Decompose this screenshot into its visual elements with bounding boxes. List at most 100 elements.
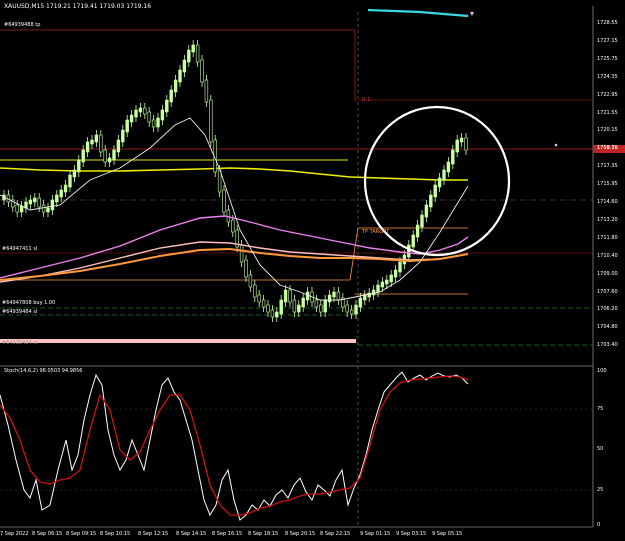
price-tick-label: 1722.95: [597, 91, 618, 98]
price-tick-label: 1711.80: [597, 234, 618, 241]
candle-body: [187, 49, 191, 63]
candle-body: [345, 304, 349, 313]
r1-marker: R 1: [362, 97, 371, 103]
candle-body: [37, 197, 41, 208]
price-tick-label: 1721.55: [597, 109, 618, 116]
candle-body: [424, 204, 429, 218]
candle-body: [90, 139, 94, 145]
order-bottom-label: #64938484 sl: [2, 340, 38, 346]
candle-body: [50, 199, 55, 211]
candle-body: [442, 169, 446, 181]
candle-body: [451, 149, 455, 165]
candle-body: [195, 44, 200, 63]
candle-body: [327, 294, 332, 303]
candle-body: [283, 289, 288, 303]
price-tick-label: 1725.75: [597, 55, 618, 62]
price-tick-label: 1710.40: [597, 252, 618, 259]
candle-body: [389, 274, 393, 283]
candle-body: [314, 299, 319, 308]
candle-body: [332, 291, 336, 298]
candle-body: [85, 141, 90, 153]
candle-body: [134, 109, 138, 118]
candle-body: [63, 184, 68, 193]
price-tick-label: 1704.80: [597, 324, 618, 331]
candle-body: [156, 117, 160, 128]
price-tick-label: 1715.95: [597, 181, 618, 188]
candle-body: [103, 149, 107, 163]
candle-body: [59, 189, 63, 198]
candle-body: [41, 204, 46, 213]
candle-body: [147, 111, 151, 123]
candle-body: [248, 274, 253, 288]
top-arrow-icon: [470, 12, 474, 16]
order-buy-label: #64947808 buy 1.00: [2, 300, 56, 306]
candle-body: [266, 304, 270, 313]
candle-body: [182, 59, 187, 73]
price-tick-label: 1709.00: [597, 270, 618, 277]
candle-body: [151, 119, 156, 128]
time-tick-label: 9 Sep 03:15: [396, 531, 427, 537]
order-tp-label: #64939488 tp: [4, 22, 41, 28]
price-tick-label: 1707.60: [597, 288, 618, 295]
candle-body: [393, 269, 398, 278]
candle-body: [72, 169, 77, 178]
candle-body: [169, 89, 173, 103]
candle-body: [371, 289, 376, 296]
price-tick-label: 1724.35: [597, 73, 618, 80]
order-sl1-label: #64947411 sl: [2, 246, 38, 252]
candle-body: [261, 299, 266, 308]
price-tick-label: 1717.35: [597, 163, 618, 170]
time-tick-label: 8 Sep 06:15: [32, 531, 63, 537]
candle-body: [239, 244, 244, 263]
candle-body: [411, 234, 415, 248]
candle-body: [433, 184, 437, 198]
candle-body: [363, 294, 367, 301]
time-tick-label: 9 Sep 05:15: [432, 531, 463, 537]
candle-body: [81, 149, 85, 163]
candle-body: [121, 129, 125, 143]
pink-sl-bar: [0, 339, 356, 343]
candle-body: [429, 194, 433, 208]
candle-body: [253, 284, 257, 298]
candle-body: [380, 281, 385, 288]
candle-body: [354, 304, 358, 315]
price-tick-label: 1720.15: [597, 127, 618, 134]
candle-body: [398, 261, 402, 273]
time-tick-label: 8 Sep 10:15: [100, 531, 131, 537]
candle-body: [99, 134, 103, 153]
candle-body: [420, 214, 424, 228]
candle-body: [459, 137, 464, 143]
candle-body: [349, 309, 354, 315]
candle-body: [138, 107, 143, 113]
candle-body: [415, 224, 420, 238]
candle-body: [173, 79, 178, 93]
candle-body: [28, 199, 33, 205]
candle-body: [77, 159, 81, 173]
candle-body: [407, 244, 411, 258]
candle-body: [94, 134, 99, 143]
price-tick-label: 1728.55: [597, 20, 618, 26]
chart-title: XAUUSD,M15 1719.21 1719.41 1719.03 1719.…: [4, 3, 152, 10]
candle-body: [107, 157, 112, 163]
candle-body: [55, 194, 59, 203]
price-tick-label: 1713.20: [597, 216, 618, 223]
candle-body: [231, 219, 235, 233]
price-tick-label: 1706.20: [597, 306, 618, 313]
time-tick-label: 9 Sep 01:15: [360, 531, 391, 537]
candle-body: [143, 107, 147, 115]
candle-body: [301, 297, 305, 308]
stoch-level-0: 0: [597, 522, 601, 528]
candle-body: [323, 299, 327, 313]
candle-body: [33, 197, 37, 203]
stoch-signal-line: [0, 375, 469, 516]
candle-body: [125, 119, 129, 133]
chart-window[interactable]: XAUUSD,M15 1719.21 1719.41 1719.03 1719.…: [0, 0, 625, 541]
candle-body: [165, 99, 169, 113]
price-chart[interactable]: [0, 0, 625, 541]
candle-body: [68, 174, 72, 188]
candle-body: [319, 304, 323, 313]
stoch-label: Stoch(14,6,2) 98.0503 94.9856: [4, 368, 83, 374]
stoch-level-25-label: 25: [597, 487, 604, 493]
ma-orange: [0, 247, 469, 281]
candle-body: [129, 114, 134, 123]
